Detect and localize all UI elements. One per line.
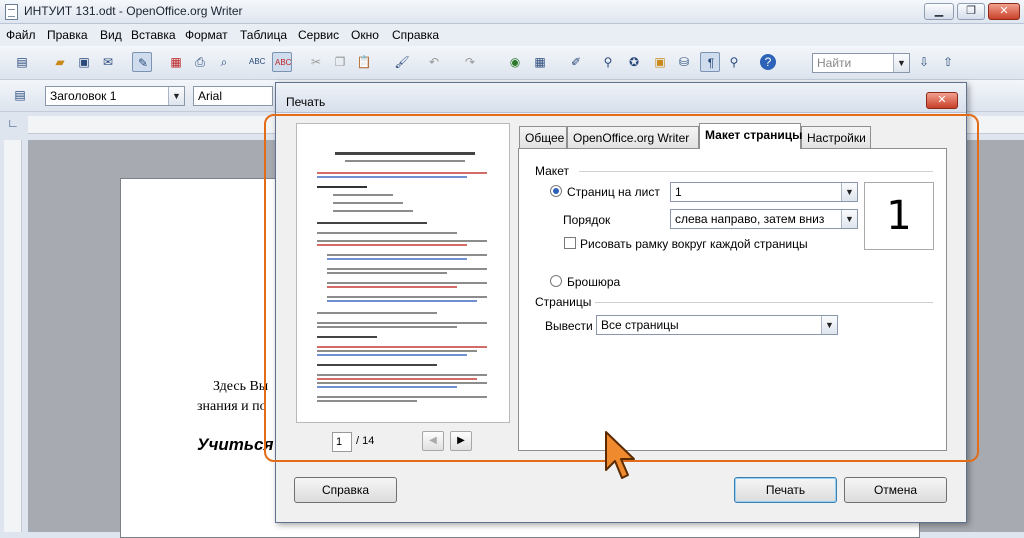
output-label: Вывести — [545, 319, 593, 333]
tab-stop-icon[interactable]: ∟ — [5, 115, 23, 133]
chevron-down-icon[interactable]: ▼ — [841, 183, 857, 201]
redo-icon[interactable]: ↷ — [460, 52, 480, 72]
chevron-down-icon[interactable]: ▼ — [841, 210, 857, 228]
copy-icon[interactable]: ❐ — [330, 52, 350, 72]
menu-view[interactable]: Вид — [100, 28, 122, 42]
paste-icon[interactable]: 📋 — [354, 52, 374, 72]
dialog-title-bar: Печать ✕ — [276, 83, 966, 113]
window-title: ИНТУИТ 131.odt - OpenOffice.org Writer — [24, 4, 243, 18]
document-heading: Учиться — [197, 435, 274, 454]
menu-help[interactable]: Справка — [392, 28, 439, 42]
layout-section-label: Макет — [535, 164, 569, 178]
find-next-icon[interactable]: ⇩ — [914, 52, 934, 72]
find-placeholder: Найти — [817, 56, 852, 70]
hyperlink-icon[interactable]: ◉ — [505, 52, 525, 72]
vertical-ruler[interactable] — [4, 140, 22, 532]
pages-per-sheet-radio[interactable] — [550, 185, 562, 197]
formatting-marks-icon[interactable]: ¶ — [700, 52, 720, 72]
menu-bar: Файл Правка Вид Вставка Формат Таблица С… — [0, 24, 1024, 46]
order-select[interactable]: слева направо, затем вниз ▼ — [670, 209, 858, 229]
tab-settings[interactable]: Настройки — [801, 126, 871, 148]
chevron-down-icon[interactable]: ▼ — [893, 54, 909, 72]
brochure-label[interactable]: Брошюра — [567, 275, 620, 289]
menu-window[interactable]: Окно — [351, 28, 379, 42]
document-text-line: знания и по — [197, 399, 267, 414]
chevron-down-icon[interactable]: ▼ — [821, 316, 837, 334]
minimize-button[interactable]: ▁ — [924, 3, 954, 20]
print-preview — [296, 123, 510, 423]
menu-edit[interactable]: Правка — [47, 28, 88, 42]
clone-formatting-icon[interactable]: 🖌 — [392, 52, 412, 72]
order-label: Порядок — [563, 213, 611, 227]
autospellcheck-icon[interactable]: ABC — [272, 52, 292, 72]
export-pdf-icon[interactable]: ▦ — [166, 52, 186, 72]
close-window-button[interactable]: ✕ — [988, 3, 1020, 20]
tab-general[interactable]: Общее — [519, 126, 567, 148]
open-icon[interactable]: ▰ — [50, 52, 70, 72]
save-icon[interactable]: ▣ — [74, 52, 94, 72]
preview-page-total: / 14 — [356, 435, 375, 447]
standard-toolbar: ▤ ▰ ▣ ✉ ✎ ▦ ⎙ ⌕ ABC ABC ✂ ❐ 📋 🖌 ↶ ↷ ◉ ▦ … — [0, 46, 1024, 80]
pages-per-sheet-value: 1 — [675, 185, 682, 199]
tab-page-layout[interactable]: Макет страницы — [699, 123, 802, 149]
menu-tools[interactable]: Сервис — [298, 28, 339, 42]
menu-file[interactable]: Файл — [6, 28, 36, 42]
brochure-radio[interactable] — [550, 275, 562, 287]
print-icon[interactable]: ⎙ — [190, 52, 210, 72]
chevron-down-icon[interactable]: ▼ — [168, 87, 184, 105]
previous-page-button[interactable]: ◀ — [422, 431, 444, 451]
layout-preview-box: 1 — [864, 182, 934, 250]
spellcheck-icon[interactable]: ABC — [247, 52, 267, 72]
paragraph-style-value: Заголовок 1 — [50, 89, 117, 103]
maximize-button[interactable]: ❐ — [957, 3, 985, 20]
help-button[interactable]: Справка — [294, 477, 397, 503]
tab-writer[interactable]: OpenOffice.org Writer — [567, 126, 699, 148]
draw-functions-icon[interactable]: ✐ — [566, 52, 586, 72]
help-icon[interactable]: ? — [758, 52, 778, 72]
font-name-select[interactable]: Arial — [193, 86, 273, 106]
print-button[interactable]: Печать — [734, 477, 837, 503]
cancel-button[interactable]: Отмена — [844, 477, 947, 503]
menu-table[interactable]: Таблица — [240, 28, 287, 42]
pages-per-sheet-select[interactable]: 1 ▼ — [670, 182, 858, 202]
gallery-icon[interactable]: ▣ — [650, 52, 670, 72]
page-layout-panel: Макет Страниц на лист 1 ▼ Порядок слева … — [518, 148, 947, 451]
mouse-cursor-icon — [605, 431, 635, 479]
dialog-close-button[interactable]: ✕ — [926, 92, 958, 109]
navigator-icon[interactable]: ✪ — [624, 52, 644, 72]
undo-icon[interactable]: ↶ — [424, 52, 444, 72]
pages-section-label: Страницы — [535, 295, 592, 309]
document-text-line: Здесь Вы — [213, 379, 269, 394]
new-document-icon[interactable]: ▤ — [12, 52, 32, 72]
find-replace-icon[interactable]: ⚲ — [598, 52, 618, 72]
find-previous-icon[interactable]: ⇧ — [938, 52, 958, 72]
pages-per-sheet-label: Страниц на лист — [567, 185, 660, 199]
find-input[interactable]: Найти ▼ — [812, 53, 910, 73]
next-page-button[interactable]: ▶ — [450, 431, 472, 451]
zoom-icon[interactable]: ⚲ — [724, 52, 744, 72]
output-select[interactable]: Все страницы ▼ — [596, 315, 838, 335]
preview-page-input[interactable]: 1 — [332, 432, 352, 452]
print-preview-icon[interactable]: ⌕ — [214, 52, 234, 72]
cut-icon[interactable]: ✂ — [306, 52, 326, 72]
paragraph-style-select[interactable]: Заголовок 1 ▼ — [45, 86, 185, 106]
preview-page-thumbnail — [305, 134, 501, 412]
output-value: Все страницы — [601, 318, 679, 332]
edit-mode-icon[interactable]: ✎ — [132, 52, 152, 72]
title-bar: ИНТУИТ 131.odt - OpenOffice.org Writer ▁… — [0, 0, 1024, 24]
document-icon — [5, 4, 18, 20]
email-icon[interactable]: ✉ — [98, 52, 118, 72]
menu-format[interactable]: Формат — [185, 28, 228, 42]
table-icon[interactable]: ▦ — [530, 52, 550, 72]
menu-insert[interactable]: Вставка — [131, 28, 176, 42]
data-sources-icon[interactable]: ⛁ — [674, 52, 694, 72]
draw-border-checkbox[interactable] — [564, 237, 576, 249]
draw-border-label[interactable]: Рисовать рамку вокруг каждой страницы — [580, 237, 808, 251]
order-value: слева направо, затем вниз — [675, 212, 825, 226]
dialog-title: Печать — [286, 95, 326, 109]
styles-icon[interactable]: ▤ — [10, 85, 30, 105]
font-name-value: Arial — [198, 89, 223, 103]
